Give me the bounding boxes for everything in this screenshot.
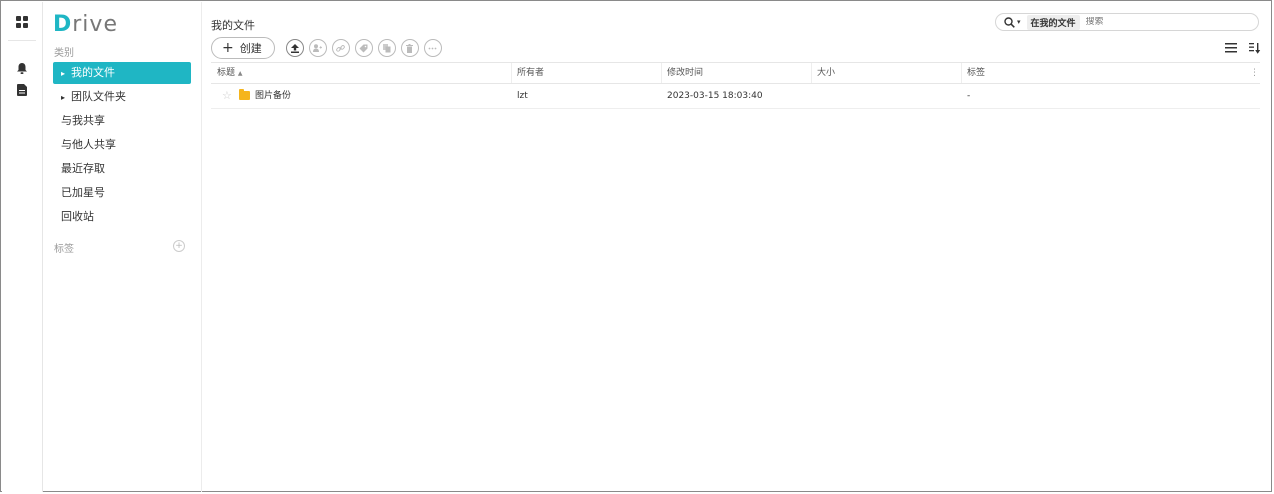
apps-grid-icon[interactable] [12, 12, 32, 32]
column-header-owner[interactable]: 所有者 [517, 63, 544, 83]
column-divider[interactable] [511, 63, 512, 83]
sidebar-item-label: 与我共享 [61, 114, 105, 127]
file-name[interactable]: 图片备份 [255, 84, 291, 108]
tag-icon[interactable] [354, 39, 373, 57]
column-header-size[interactable]: 大小 [817, 63, 835, 83]
create-label: 创建 [239, 42, 262, 55]
chevron-down-icon[interactable]: ▾ [1017, 18, 1021, 26]
toolbar: + 创建 [211, 37, 442, 59]
trash-icon[interactable] [400, 39, 419, 57]
column-menu-icon[interactable]: ⋮ [1250, 63, 1259, 83]
column-divider[interactable] [961, 63, 962, 83]
sidebar-item-label: 与他人共享 [61, 138, 116, 151]
caret-right-icon: ▸ [61, 69, 66, 78]
upload-icon[interactable] [285, 39, 304, 57]
star-icon[interactable]: ☆ [222, 84, 232, 108]
page-title: 我的文件 [211, 19, 255, 32]
sidebar-item-team-folders[interactable]: ▸ 团队文件夹 [53, 86, 191, 108]
category-label: 类别 [54, 48, 74, 59]
search-icon[interactable] [1004, 16, 1015, 28]
left-rail [2, 2, 43, 492]
sidebar-item-shared-with-me[interactable]: 与我共享 [53, 110, 191, 132]
sidebar-item-label: 团队文件夹 [71, 90, 126, 103]
logo-text: rive [72, 12, 118, 37]
column-header-modified[interactable]: 修改时间 [667, 63, 703, 83]
bell-icon[interactable] [12, 58, 32, 78]
sidebar-item-label: 已加星号 [61, 186, 105, 199]
file-tags: - [967, 91, 971, 101]
list-view-icon[interactable] [1224, 41, 1238, 55]
sidebar-item-label: 回收站 [61, 210, 94, 223]
sidebar-item-recycle-bin[interactable]: 回收站 [53, 206, 191, 228]
sort-icon[interactable] [1248, 41, 1262, 55]
file-owner: lzt [517, 91, 528, 101]
main-panel: 我的文件 ▾ 在我的文件 + 创建 [202, 2, 1272, 492]
sidebar-item-label: 最近存取 [61, 162, 105, 175]
column-header-title[interactable]: 标题 ▲ [217, 63, 243, 83]
file-modified: 2023-03-15 18:03:40 [667, 91, 763, 101]
folder-icon [239, 89, 250, 100]
rail-divider [8, 40, 36, 41]
tags-label: 标签 [54, 244, 74, 255]
sidebar-item-recent[interactable]: 最近存取 [53, 158, 191, 180]
sidebar-item-label: 我的文件 [71, 66, 115, 79]
sidebar-item-shared-with-others[interactable]: 与他人共享 [53, 134, 191, 156]
column-label: 标题 [217, 68, 236, 78]
plus-icon: + [222, 40, 234, 56]
create-button[interactable]: + 创建 [211, 37, 275, 59]
add-tag-button[interactable]: + [173, 240, 185, 252]
link-icon[interactable] [331, 39, 350, 57]
view-options [1224, 41, 1262, 55]
column-header-tags[interactable]: 标签 [967, 63, 985, 83]
logo-letter: D [53, 12, 73, 37]
copy-icon[interactable] [377, 39, 396, 57]
search-box: ▾ 在我的文件 [995, 13, 1259, 31]
caret-right-icon: ▸ [61, 93, 66, 102]
search-scope[interactable]: 在我的文件 [1026, 14, 1080, 30]
table-header: 标题 ▲ 所有者 修改时间 大小 标签 ⋮ [211, 62, 1260, 84]
app-window: Drive 类别 ▸ 我的文件 ▸ 团队文件夹 与我共享 与他人共享 最近存取 已加… [0, 0, 1272, 492]
column-divider[interactable] [811, 63, 812, 83]
column-divider[interactable] [661, 63, 662, 83]
app-logo[interactable]: Drive [53, 12, 118, 37]
more-options-icon[interactable] [423, 39, 442, 57]
document-icon[interactable] [12, 80, 32, 100]
add-member-icon[interactable] [308, 39, 327, 57]
sidebar: Drive 类别 ▸ 我的文件 ▸ 团队文件夹 与我共享 与他人共享 最近存取 已加… [43, 2, 202, 492]
sort-ascending-icon: ▲ [237, 70, 243, 77]
sidebar-item-my-files[interactable]: ▸ 我的文件 [53, 62, 191, 84]
table-row[interactable]: ☆ 图片备份 lzt 2023-03-15 18:03:40 - [211, 84, 1260, 109]
search-input[interactable] [1085, 17, 1236, 27]
sidebar-item-starred[interactable]: 已加星号 [53, 182, 191, 204]
